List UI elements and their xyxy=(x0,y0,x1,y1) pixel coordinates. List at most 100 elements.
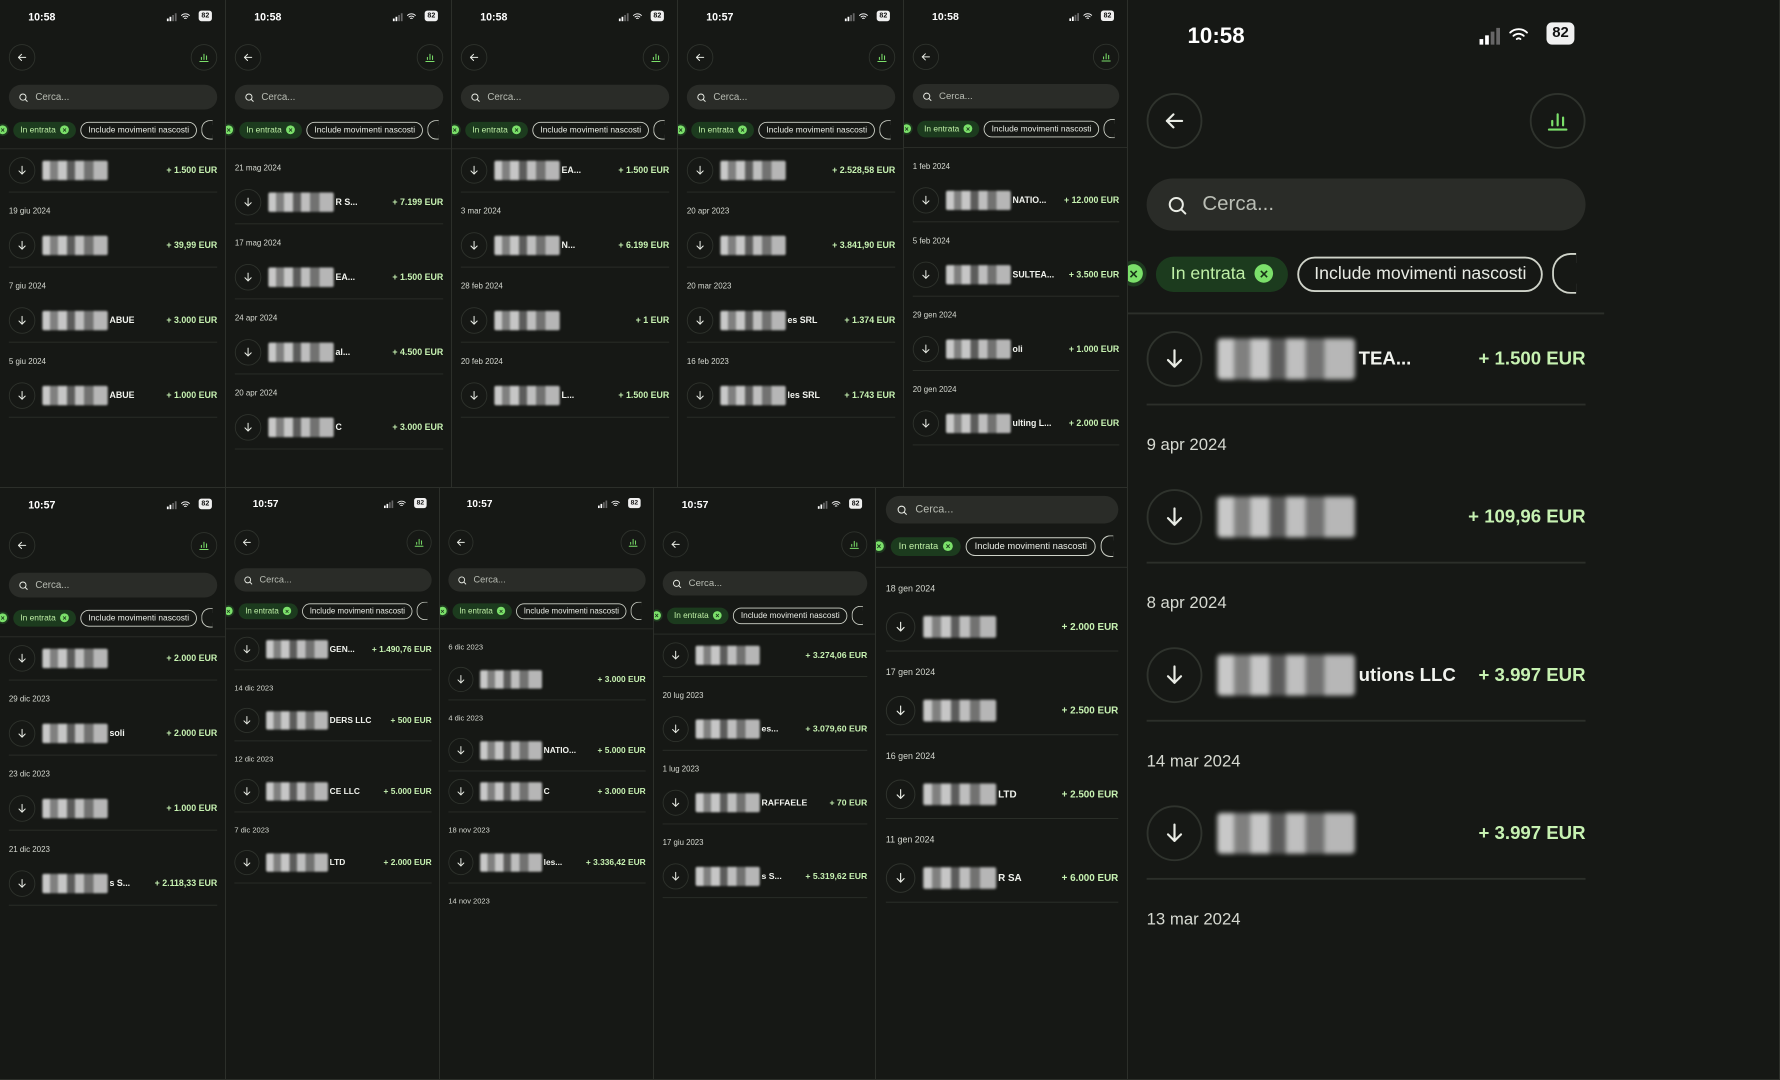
remove-filter-icon[interactable]: × xyxy=(60,125,69,135)
filter-chip-hidden-movements[interactable]: Include movimenti nascosti xyxy=(80,121,198,139)
transaction-row[interactable]: ABUE + 1.000 EUR xyxy=(8,374,217,418)
remove-filter-icon[interactable]: × xyxy=(713,611,722,620)
clear-filters-button[interactable]: × xyxy=(226,605,235,617)
filter-chip-incoming[interactable]: In entrata × xyxy=(239,121,303,139)
more-filters-chip[interactable] xyxy=(1103,119,1116,139)
more-filters-chip[interactable] xyxy=(427,120,439,140)
search-bar[interactable] xyxy=(662,571,868,596)
search-bar[interactable] xyxy=(885,495,1119,524)
stats-button[interactable] xyxy=(868,44,896,71)
transaction-row[interactable]: TEA... + 1.500 EUR xyxy=(1146,314,1586,406)
filter-chip-hidden-movements[interactable]: Include movimenti nascosti xyxy=(983,120,1100,137)
clear-filters-button[interactable]: × xyxy=(1128,260,1147,287)
stats-button[interactable] xyxy=(642,44,670,71)
transaction-row[interactable]: EA... + 1.500 EUR xyxy=(460,149,670,193)
more-filters-chip[interactable] xyxy=(201,120,213,140)
remove-filter-icon[interactable]: × xyxy=(496,606,506,616)
search-bar[interactable] xyxy=(686,84,896,110)
stats-button[interactable] xyxy=(620,529,646,555)
more-filters-chip[interactable] xyxy=(1552,252,1577,294)
more-filters-chip[interactable] xyxy=(201,608,213,628)
search-bar[interactable] xyxy=(234,84,444,110)
search-input[interactable] xyxy=(713,91,873,103)
search-input[interactable] xyxy=(915,503,1093,516)
remove-filter-icon[interactable]: × xyxy=(738,125,747,135)
filter-chip-incoming[interactable]: In entrata × xyxy=(1155,255,1289,292)
transaction-row[interactable]: NATIO... + 5.000 EUR xyxy=(448,730,646,772)
transaction-row[interactable]: L... + 1.500 EUR xyxy=(460,374,670,418)
remove-filter-icon[interactable]: × xyxy=(1254,264,1274,283)
transaction-row[interactable]: les... + 3.336,42 EUR xyxy=(448,842,646,884)
transaction-row[interactable]: R SA + 6.000 EUR xyxy=(885,854,1119,903)
search-input[interactable] xyxy=(35,91,195,103)
back-button[interactable] xyxy=(662,531,689,558)
search-bar[interactable] xyxy=(8,84,218,110)
transaction-row[interactable]: EA... + 1.500 EUR xyxy=(234,256,444,300)
remove-filter-icon[interactable]: × xyxy=(512,125,521,135)
transaction-row[interactable]: N... + 6.199 EUR xyxy=(460,224,670,268)
filter-chip-hidden-movements[interactable]: Include movimenti nascosti xyxy=(80,609,198,627)
filter-chip-incoming[interactable]: In entrata × xyxy=(13,121,77,139)
filter-chip-incoming[interactable]: In entrata × xyxy=(238,602,299,619)
filter-chip-hidden-movements[interactable]: Include movimenti nascosti xyxy=(306,121,424,139)
stats-button[interactable] xyxy=(841,531,868,558)
transaction-row[interactable]: GEN... + 1.490,76 EUR xyxy=(234,629,432,671)
remove-filter-icon[interactable]: × xyxy=(963,124,973,133)
clear-filters-button[interactable]: × xyxy=(0,123,9,136)
filter-chip-incoming[interactable]: In entrata × xyxy=(890,536,961,556)
clear-filters-button[interactable]: × xyxy=(654,609,663,622)
more-filters-chip[interactable] xyxy=(1100,535,1114,557)
transaction-row[interactable]: les SRL + 1.743 EUR xyxy=(686,374,896,418)
stats-button[interactable] xyxy=(190,532,218,559)
transaction-row[interactable]: + 2.500 EUR xyxy=(885,687,1119,736)
search-input[interactable] xyxy=(259,574,410,585)
transaction-row[interactable]: C + 3.000 EUR xyxy=(234,406,444,450)
search-bar[interactable] xyxy=(234,568,432,592)
clear-filters-button[interactable]: × xyxy=(876,539,886,554)
more-filters-chip[interactable] xyxy=(416,601,428,621)
remove-filter-icon[interactable]: × xyxy=(60,613,69,623)
transaction-row[interactable]: CE LLC + 5.000 EUR xyxy=(234,771,432,813)
search-bar[interactable] xyxy=(1146,178,1586,231)
filter-chip-hidden-movements[interactable]: Include movimenti nascosti xyxy=(758,121,876,139)
transaction-row[interactable]: es SRL + 1.374 EUR xyxy=(686,299,896,343)
transaction-row[interactable]: oli + 1.000 EUR xyxy=(912,328,1120,371)
search-input[interactable] xyxy=(35,579,195,591)
search-input[interactable] xyxy=(688,578,845,589)
search-input[interactable] xyxy=(473,574,624,585)
back-button[interactable] xyxy=(234,44,262,71)
more-filters-chip[interactable] xyxy=(630,601,642,621)
more-filters-chip[interactable] xyxy=(851,605,864,625)
filter-chip-incoming[interactable]: In entrata × xyxy=(452,602,513,619)
filter-chip-incoming[interactable]: In entrata × xyxy=(465,121,529,139)
filter-chip-hidden-movements[interactable]: Include movimenti nascosti xyxy=(302,602,413,619)
more-filters-chip[interactable] xyxy=(879,120,891,140)
stats-button[interactable] xyxy=(416,44,444,71)
more-filters-chip[interactable] xyxy=(653,120,665,140)
search-input[interactable] xyxy=(939,91,1097,102)
filter-chip-hidden-movements[interactable]: Include movimenti nascosti xyxy=(516,602,627,619)
remove-filter-icon[interactable]: × xyxy=(286,125,295,135)
clear-filters-button[interactable]: × xyxy=(904,122,913,135)
transaction-row[interactable]: DERS LLC + 500 EUR xyxy=(234,700,432,742)
back-button[interactable] xyxy=(686,44,714,71)
search-input[interactable] xyxy=(1202,193,1538,216)
transaction-row[interactable]: utions LLC + 3.997 EUR xyxy=(1146,631,1586,722)
transaction-row[interactable]: + 2.000 EUR xyxy=(8,637,217,681)
filter-chip-hidden-movements[interactable]: Include movimenti nascosti xyxy=(965,536,1096,556)
transaction-row[interactable]: + 1.000 EUR xyxy=(8,787,217,831)
transaction-row[interactable]: SULTEA... + 3.500 EUR xyxy=(912,254,1120,297)
transaction-row[interactable]: + 1.500 EUR xyxy=(8,149,217,193)
filter-chip-incoming[interactable]: In entrata × xyxy=(691,121,755,139)
back-button[interactable] xyxy=(1146,93,1203,149)
transaction-row[interactable]: LTD + 2.500 EUR xyxy=(885,771,1119,819)
search-input[interactable] xyxy=(261,91,421,103)
remove-filter-icon[interactable]: × xyxy=(943,541,953,552)
clear-filters-button[interactable]: × xyxy=(678,123,687,136)
transaction-row[interactable]: + 3.997 EUR xyxy=(1146,789,1586,880)
search-input[interactable] xyxy=(487,91,647,103)
stats-button[interactable] xyxy=(190,44,218,71)
transaction-row[interactable]: R S... + 7.199 EUR xyxy=(234,181,444,225)
back-button[interactable] xyxy=(8,532,36,559)
transaction-row[interactable]: al... + 4.500 EUR xyxy=(234,331,444,375)
